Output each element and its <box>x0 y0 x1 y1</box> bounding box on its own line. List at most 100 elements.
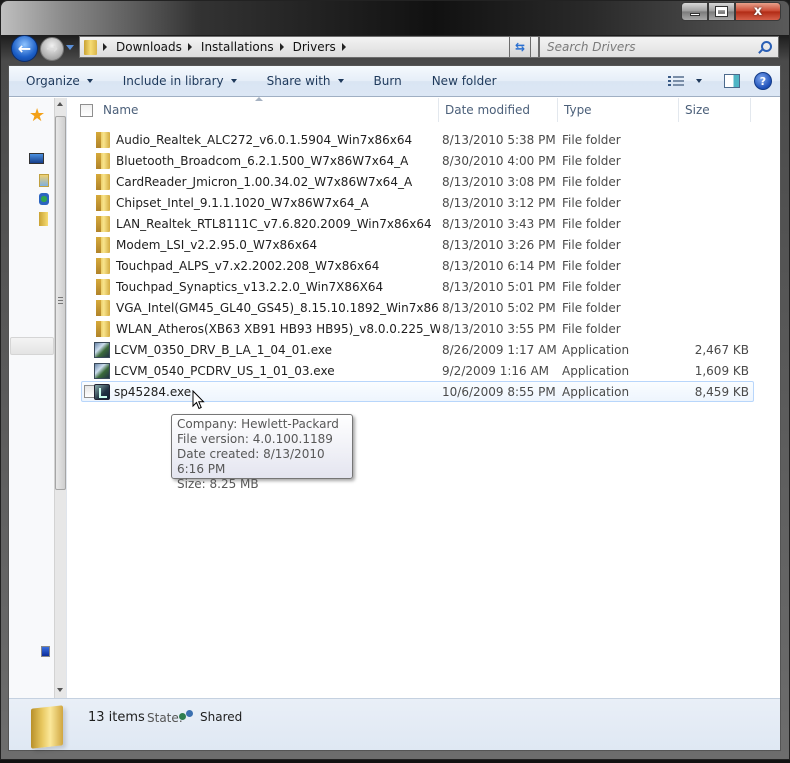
file-name-cell: Touchpad_ALPS_v7.x2.2002.208_W7x86x64 <box>82 257 440 274</box>
breadcrumb-item-drivers[interactable]: Drivers <box>293 40 355 54</box>
folder-icon <box>96 152 110 169</box>
organize-button[interactable]: Organize <box>9 66 102 96</box>
refresh-icon: ⇆ <box>514 40 526 54</box>
column-header-size[interactable]: Size <box>679 98 751 122</box>
file-name: Touchpad_Synaptics_v13.2.2.0_Win7X86X64 <box>116 279 384 294</box>
file-name: LAN_Realtek_RTL8111C_v7.6.820.2009_Win7x… <box>116 216 432 231</box>
date-modified: 8/13/2010 3:55 PM <box>442 321 556 336</box>
state-label: State: <box>147 711 183 725</box>
file-name: sp45284.exe <box>114 384 192 399</box>
file-row[interactable]: Touchpad_Synaptics_v13.2.2.0_Win7X86X64 8… <box>81 276 754 297</box>
nav-selected-item[interactable] <box>10 337 54 355</box>
breadcrumb-chevron-icon[interactable] <box>187 43 192 51</box>
file-name: CardReader_Jmicron_1.00.34.02_W7x86W7x64… <box>116 174 413 189</box>
search-icon[interactable] <box>761 41 772 52</box>
homegroup-icon[interactable] <box>39 193 49 205</box>
forward-arrow-icon: → <box>46 41 58 57</box>
computer-icon[interactable] <box>29 153 44 164</box>
file-row[interactable]: LCVM_0540_PCDRV_US_1_01_03.exe 9/2/2009 1… <box>81 360 754 381</box>
column-header-name[interactable]: Name <box>67 97 439 122</box>
burn-button[interactable]: Burn <box>353 66 411 96</box>
file-name-cell: Chipset_Intel_9.1.1.1020_W7x86W7x64_A <box>82 194 440 211</box>
navigation-pane-scrollbar[interactable] <box>54 98 66 698</box>
maximize-icon <box>715 6 728 17</box>
date-modified: 8/13/2010 6:14 PM <box>442 258 556 273</box>
column-label: Type <box>564 103 592 117</box>
include-in-library-label: Include in library <box>122 74 224 88</box>
breadcrumb-label: Drivers <box>292 40 336 54</box>
chevron-down-icon[interactable] <box>696 79 702 83</box>
file-row[interactable]: CardReader_Jmicron_1.00.34.02_W7x86W7x64… <box>81 171 754 192</box>
file-size: 8,459 KB <box>694 384 749 399</box>
file-row[interactable]: Chipset_Intel_9.1.1.1020_W7x86W7x64_A 8/1… <box>81 192 754 213</box>
client-area: Organize Include in library Share with B… <box>8 65 781 751</box>
folder-icon[interactable] <box>39 212 48 226</box>
share-with-label: Share with <box>266 74 331 88</box>
file-name: Modem_LSI_v2.2.95.0_W7x86x64 <box>116 237 318 252</box>
file-type: Application <box>562 384 630 399</box>
address-bar[interactable]: Downloads Installations Drivers <box>79 36 539 58</box>
file-row[interactable]: LAN_Realtek_RTL8111C_v7.6.820.2009_Win7x… <box>81 213 754 234</box>
date-modified: 8/13/2010 5:02 PM <box>442 300 556 315</box>
breadcrumb-item-downloads[interactable]: Downloads <box>116 40 201 54</box>
minimize-button[interactable] <box>681 2 708 21</box>
date-modified: 10/6/2009 8:55 PM <box>442 384 556 399</box>
tooltip-date-created: Date created: 8/13/2010 6:16 PM <box>177 447 325 476</box>
caption-buttons: x <box>681 2 781 21</box>
help-icon[interactable]: ? <box>754 72 772 90</box>
network-computer-icon[interactable] <box>41 646 50 657</box>
file-type: File folder <box>562 258 621 273</box>
tooltip-size: Size: 8.25 MB <box>177 477 259 491</box>
change-view-button[interactable] <box>668 66 702 96</box>
breadcrumb-chevron-icon[interactable] <box>341 43 346 51</box>
file-type: File folder <box>562 153 621 168</box>
breadcrumb-chevron-icon[interactable] <box>103 43 107 51</box>
file-name: Audio_Realtek_ALC272_v6.0.1.5904_Win7x86… <box>116 132 413 147</box>
file-row[interactable]: Touchpad_ALPS_v7.x2.2002.208_W7x86x64 8/1… <box>81 255 754 276</box>
column-header-type[interactable]: Type <box>558 98 679 122</box>
file-row[interactable]: VGA_Intel(GM45_GL40_GS45)_8.15.10.1892_W… <box>81 297 754 318</box>
help-glyph: ? <box>759 74 767 88</box>
breadcrumb-item-installations[interactable]: Installations <box>201 40 293 54</box>
file-name-cell: sp45284.exe <box>82 383 440 400</box>
minimize-icon <box>689 13 700 16</box>
file-type: File folder <box>562 132 621 147</box>
scroll-down-arrow-icon[interactable] <box>57 688 63 692</box>
maximize-button[interactable] <box>708 2 735 21</box>
burn-label: Burn <box>373 74 402 88</box>
file-row[interactable]: Modem_LSI_v2.2.95.0_W7x86x64 8/13/2010 3:… <box>81 234 754 255</box>
navigation-pane: ★ <box>9 98 66 698</box>
file-type: File folder <box>562 237 621 252</box>
file-name-cell: Modem_LSI_v2.2.95.0_W7x86x64 <box>82 236 440 253</box>
scroll-up-arrow-icon[interactable] <box>57 102 63 106</box>
date-modified: 8/13/2010 3:43 PM <box>442 216 556 231</box>
column-header-date[interactable]: Date modified <box>439 98 558 122</box>
file-name-cell: Touchpad_Synaptics_v13.2.2.0_Win7X86X64 <box>82 278 440 295</box>
breadcrumb-chevron-icon[interactable] <box>279 43 284 51</box>
search-box[interactable] <box>539 36 779 58</box>
search-input[interactable] <box>547 40 752 54</box>
back-button[interactable]: ← <box>11 35 38 62</box>
share-with-button[interactable]: Share with <box>246 66 353 96</box>
file-row[interactable]: LCVM_0350_DRV_B_LA_1_04_01.exe 8/26/2009 … <box>81 339 754 360</box>
file-name: Touchpad_ALPS_v7.x2.2002.208_W7x86x64 <box>116 258 380 273</box>
file-row[interactable]: WLAN_Atheros(XB63 XB91 HB93 HB95)_v8.0.0… <box>81 318 754 339</box>
folder-icon <box>96 236 110 253</box>
refresh-button[interactable]: ⇆ <box>509 36 531 58</box>
file-row[interactable]: sp45284.exe 10/6/2009 8:55 PM Application 8… <box>81 381 754 402</box>
chevron-down-icon <box>86 79 93 83</box>
file-row[interactable]: Audio_Realtek_ALC272_v6.0.1.5904_Win7x86… <box>81 129 754 150</box>
favorites-star-icon[interactable]: ★ <box>29 107 45 125</box>
recent-pages-dropdown-icon[interactable] <box>66 45 74 50</box>
new-folder-button[interactable]: New folder <box>411 66 506 96</box>
file-name-cell: Bluetooth_Broadcom_6.2.1.500_W7x86W7x64_… <box>82 152 440 169</box>
include-in-library-button[interactable]: Include in library <box>102 66 246 96</box>
preview-pane-icon[interactable] <box>724 74 740 88</box>
libraries-icon[interactable] <box>39 174 49 187</box>
select-all-checkbox[interactable] <box>80 103 93 117</box>
file-type: Application <box>562 363 630 378</box>
forward-button[interactable]: → <box>40 37 64 61</box>
file-row[interactable]: Bluetooth_Broadcom_6.2.1.500_W7x86W7x64_… <box>81 150 754 171</box>
scrollbar-thumb[interactable] <box>55 116 66 490</box>
close-button[interactable]: x <box>735 2 781 21</box>
